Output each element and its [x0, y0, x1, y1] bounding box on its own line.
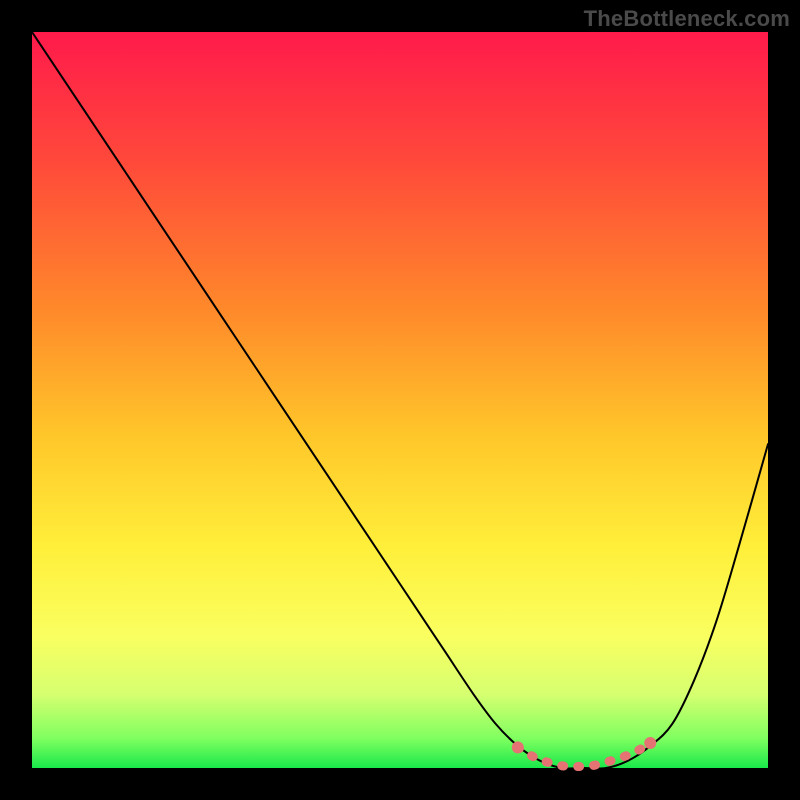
plot-area — [32, 32, 768, 768]
chart-frame: TheBottleneck.com — [0, 0, 800, 800]
watermark-text: TheBottleneck.com — [584, 6, 790, 32]
bottleneck-plot — [0, 0, 800, 800]
